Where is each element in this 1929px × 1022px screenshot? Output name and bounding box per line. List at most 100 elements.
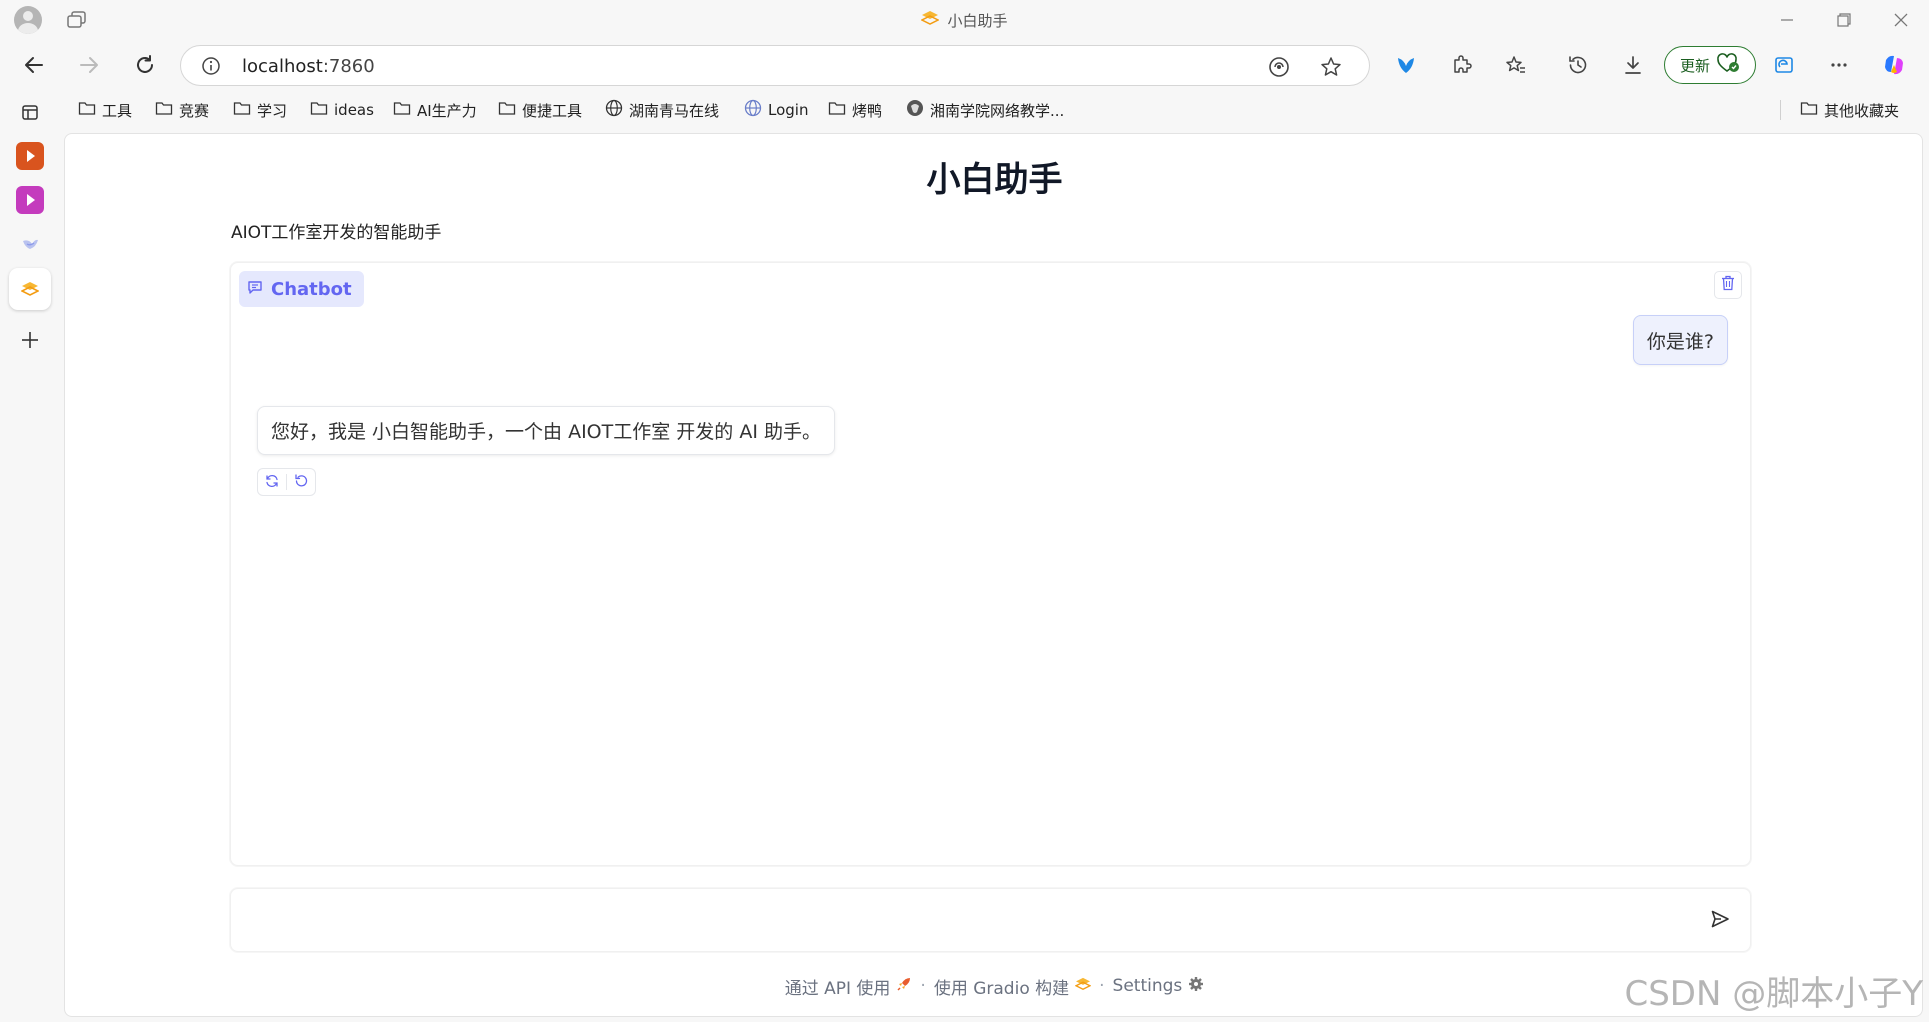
- rocket-icon: [896, 976, 912, 997]
- update-label: 更新: [1679, 56, 1710, 75]
- undo-icon: [294, 473, 308, 492]
- extension-bird-icon[interactable]: [1389, 48, 1423, 82]
- navigation-bar: localhost:7860 更新: [0, 42, 1929, 88]
- send-button[interactable]: [1706, 907, 1734, 935]
- bookmark-label: Login: [768, 101, 809, 119]
- profile-avatar-icon[interactable]: [14, 6, 42, 34]
- add-sidebar-app-icon[interactable]: [14, 324, 46, 356]
- window-controls: [1758, 0, 1929, 40]
- bookmarks-bar: 工具 竞赛 学习 ideas AI生产力 便捷工具 湖南青马在线 Login 烤…: [0, 92, 1929, 128]
- favorites-icon[interactable]: [1499, 48, 1533, 82]
- app-bird-icon[interactable]: [14, 228, 46, 260]
- message-actions: [257, 468, 316, 496]
- active-gradio-tab-icon[interactable]: [9, 268, 51, 310]
- tab-actions-icon[interactable]: [66, 10, 88, 30]
- close-button[interactable]: [1872, 0, 1929, 40]
- bookmark-folder[interactable]: AI生产力: [393, 92, 477, 128]
- retry-icon: [265, 473, 279, 492]
- tab-sidebar-icon[interactable]: [14, 96, 46, 128]
- history-icon[interactable]: [1561, 48, 1595, 82]
- refresh-button[interactable]: [127, 47, 163, 83]
- url-host: localhost: [242, 56, 323, 77]
- folder-icon: [1800, 100, 1818, 120]
- app-purple-play-icon[interactable]: [14, 184, 46, 216]
- trash-icon: [1721, 275, 1735, 295]
- bookmark-folder[interactable]: 烤鸭: [828, 92, 882, 128]
- gradio-logo-icon: [920, 10, 941, 30]
- settings-link[interactable]: Settings: [1113, 976, 1205, 997]
- bookmark-label: 学习: [257, 101, 288, 120]
- bookmark-label: 其他收藏夹: [1824, 101, 1900, 120]
- bookmark-label: 烤鸭: [852, 101, 883, 120]
- update-heart-icon: [1716, 52, 1740, 78]
- built-with-gradio-link[interactable]: 使用 Gradio 构建: [933, 974, 1092, 999]
- back-button[interactable]: [16, 47, 52, 83]
- url-port: :7860: [322, 56, 375, 77]
- title-bar: 小白助手: [0, 0, 1929, 40]
- edge-sidebar: [0, 92, 62, 1022]
- folder-icon: [233, 100, 251, 120]
- settings-link-text: Settings: [1112, 976, 1183, 996]
- bookmark-label: 工具: [102, 101, 133, 120]
- gradio-link-text: 使用 Gradio 构建: [933, 978, 1070, 999]
- downloads-icon[interactable]: [1616, 48, 1650, 82]
- bookmark-label: 竞赛: [179, 101, 210, 120]
- page-description: AIOT工作室开发的智能助手: [231, 223, 442, 243]
- chatbot-label: Chatbot: [239, 271, 364, 307]
- site-info-icon[interactable]: [201, 56, 221, 80]
- chat-bubble-icon: [247, 279, 263, 300]
- use-via-api-link[interactable]: 通过 API 使用: [785, 974, 913, 999]
- gradio-logo-icon: [1074, 976, 1092, 996]
- retry-button[interactable]: [258, 469, 286, 495]
- bookmark-link[interactable]: 湘南学院网络教学...: [906, 92, 1064, 128]
- undo-button[interactable]: [287, 469, 315, 495]
- url-text[interactable]: localhost:7860: [242, 46, 375, 87]
- folder-icon: [498, 100, 516, 120]
- window-title: 小白助手: [0, 0, 1929, 40]
- bookmark-divider: [1780, 100, 1781, 120]
- bookmark-folder[interactable]: 工具: [78, 92, 132, 128]
- bookmark-link[interactable]: Login: [744, 92, 808, 128]
- address-bar[interactable]: localhost:7860: [180, 45, 1370, 86]
- copilot-icon[interactable]: [1877, 48, 1911, 82]
- bookmark-label: 湖南青马在线: [629, 101, 720, 120]
- folder-icon: [78, 100, 96, 120]
- more-menu-icon[interactable]: [1822, 48, 1856, 82]
- footer-separator: ·: [1099, 976, 1105, 996]
- chatbot-label-text: Chatbot: [271, 278, 352, 300]
- folder-icon: [310, 100, 328, 120]
- bookmark-folder[interactable]: ideas: [310, 92, 374, 128]
- user-message-text: 你是谁?: [1646, 330, 1714, 353]
- globe-icon: [744, 99, 762, 121]
- clear-chat-button[interactable]: [1714, 271, 1742, 299]
- bookmark-link[interactable]: 湖南青马在线: [605, 92, 719, 128]
- favorite-star-icon[interactable]: [1319, 55, 1343, 79]
- folder-icon: [393, 100, 411, 120]
- window-title-text: 小白助手: [947, 11, 1008, 30]
- edge-bar-icon[interactable]: [1767, 48, 1801, 82]
- other-bookmarks-folder[interactable]: 其他收藏夹: [1800, 92, 1899, 128]
- update-button[interactable]: 更新: [1664, 46, 1756, 84]
- browser-window: 小白助手 localhost:7860 更新 工具 竞赛 学习 ideas A…: [0, 0, 1929, 1022]
- app-orange-play-icon[interactable]: [14, 140, 46, 172]
- send-icon: [1710, 909, 1730, 933]
- bookmark-folder[interactable]: 学习: [233, 92, 287, 128]
- message-input[interactable]: [245, 899, 1685, 943]
- folder-icon: [828, 100, 846, 120]
- folder-icon: [155, 100, 173, 120]
- user-message: 你是谁?: [1632, 315, 1728, 365]
- forward-button[interactable]: [71, 47, 107, 83]
- footer-separator: ·: [920, 976, 926, 996]
- bookmark-folder[interactable]: 竞赛: [155, 92, 209, 128]
- bookmark-folder[interactable]: 便捷工具: [498, 92, 582, 128]
- gear-icon: [1188, 976, 1204, 997]
- assistant-message-text: 您好，我是 小白智能助手，一个由 AIOT工作室 开发的 AI 助手。: [271, 421, 821, 443]
- api-link-text: 通过 API 使用: [784, 978, 891, 999]
- minimize-button[interactable]: [1758, 0, 1815, 40]
- extensions-puzzle-icon[interactable]: [1444, 48, 1478, 82]
- read-aloud-icon[interactable]: [1267, 55, 1291, 79]
- bookmark-label: 便捷工具: [522, 101, 583, 120]
- bookmark-label: ideas: [334, 101, 374, 119]
- restore-button[interactable]: [1815, 0, 1872, 40]
- chatbot-panel: Chatbot 你是谁? 您好，我是 小白智能助手，一个由 AIOT工作室 开发…: [230, 262, 1751, 866]
